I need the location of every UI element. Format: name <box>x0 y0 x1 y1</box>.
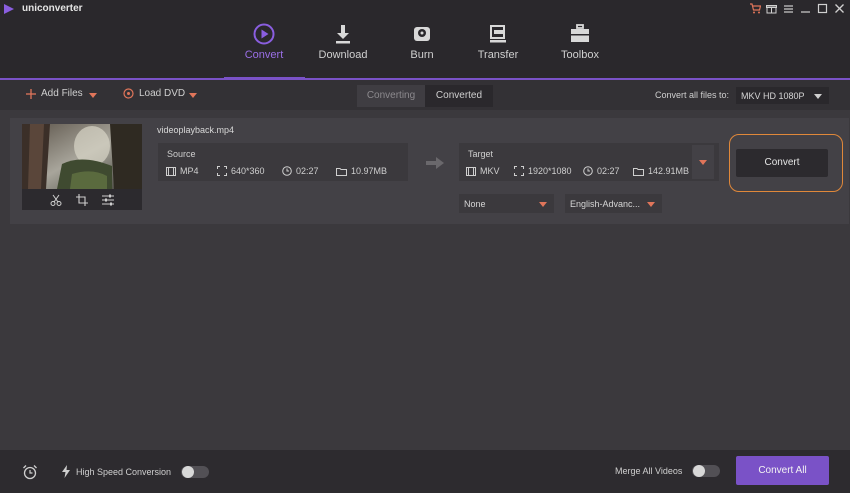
tab-converting[interactable]: Converting <box>357 85 425 107</box>
clock-icon <box>583 166 593 176</box>
nav-item-download[interactable]: Download <box>303 18 383 80</box>
bottom-bar: High Speed Conversion Merge All Videos <box>0 450 850 493</box>
film-icon <box>166 166 176 176</box>
arrow-right-icon <box>426 157 444 169</box>
app-logo-icon <box>4 4 14 14</box>
convert-all-to-label: Convert all files to: <box>655 90 730 100</box>
high-speed-label: High Speed Conversion <box>76 466 172 477</box>
high-speed-toggle[interactable] <box>181 465 210 478</box>
thumbnail-tools <box>22 190 142 210</box>
video-thumbnail[interactable] <box>22 124 142 189</box>
target-duration: 02:27 <box>583 166 620 176</box>
dvd-icon <box>123 88 134 99</box>
target-resolution: 1920*1080 <box>514 166 572 176</box>
lightning-icon <box>62 465 70 478</box>
clock-icon <box>282 166 292 176</box>
target-format: MKV <box>466 166 500 176</box>
main-nav: Convert Download Burn Transfer Toolbox <box>0 18 850 80</box>
nav-label: Toolbox <box>561 49 599 61</box>
settings-sliders-icon[interactable] <box>102 194 114 206</box>
folder-icon <box>336 167 347 176</box>
nav-label: Burn <box>410 49 434 61</box>
nav-item-toolbox[interactable]: Toolbox <box>540 18 620 80</box>
chevron-down-icon <box>647 201 655 207</box>
film-icon <box>466 166 476 176</box>
convert-all-button[interactable]: Convert All <box>736 456 829 485</box>
chevron-down-icon <box>539 201 547 207</box>
nav-label: Transfer <box>477 49 519 61</box>
nav-item-convert[interactable]: Convert <box>224 18 304 80</box>
source-title: Source <box>167 149 196 159</box>
source-duration: 02:27 <box>282 166 319 176</box>
subtitle-select[interactable]: None <box>459 194 554 213</box>
burn-icon <box>414 27 430 41</box>
gift-icon[interactable] <box>765 2 778 15</box>
nav-label: Convert <box>244 49 284 61</box>
resolution-icon <box>217 166 227 176</box>
minimize-icon[interactable] <box>799 2 812 15</box>
cart-icon[interactable] <box>748 2 761 15</box>
source-resolution: 640*360 <box>217 166 265 176</box>
alarm-clock-icon[interactable] <box>22 464 38 485</box>
convert-all-format-select[interactable]: MKV HD 1080P <box>736 87 829 104</box>
load-dvd-dropdown-icon[interactable] <box>189 93 197 98</box>
file-name: videoplayback.mp4 <box>157 125 235 135</box>
download-icon <box>336 25 350 44</box>
convert-button[interactable]: Convert <box>736 149 828 177</box>
convert-all-format-value: MKV HD 1080P <box>741 90 805 101</box>
add-files-dropdown-icon[interactable] <box>89 93 97 98</box>
resolution-icon <box>514 166 524 176</box>
tab-converted[interactable]: Converted <box>425 85 493 107</box>
merge-all-videos: Merge All Videos <box>615 465 721 477</box>
add-files-label: Add Files <box>41 88 83 99</box>
high-speed-conversion: High Speed Conversion <box>62 465 210 478</box>
plus-icon <box>26 88 36 99</box>
audio-select[interactable]: English-Advanc... <box>565 194 662 213</box>
target-title: Target <box>468 149 494 159</box>
add-files-button[interactable]: Add Files <box>26 88 83 99</box>
close-icon[interactable] <box>833 2 846 15</box>
maximize-icon[interactable] <box>816 2 829 15</box>
crop-icon[interactable] <box>76 194 88 206</box>
chevron-down-icon <box>814 93 822 99</box>
nav-item-burn[interactable]: Burn <box>382 18 462 80</box>
merge-toggle[interactable] <box>692 465 721 477</box>
nav-item-transfer[interactable]: Transfer <box>458 18 538 80</box>
merge-label: Merge All Videos <box>615 466 683 476</box>
window-controls <box>748 2 846 15</box>
convert-icon <box>253 23 275 45</box>
folder-icon <box>633 167 644 176</box>
source-size: 10.97MB <box>336 166 387 176</box>
target-settings-button[interactable] <box>692 145 714 179</box>
transfer-icon <box>490 25 506 43</box>
source-format: MP4 <box>166 166 199 176</box>
nav-label: Download <box>318 49 368 61</box>
app-title: uniconverter <box>22 3 83 14</box>
load-dvd-button[interactable]: Load DVD <box>123 88 185 99</box>
title-bar: uniconverter <box>0 0 850 18</box>
menu-icon[interactable] <box>782 2 795 15</box>
chevron-down-icon <box>699 160 707 165</box>
conversion-tabs: Converting Converted <box>357 85 493 107</box>
load-dvd-label: Load DVD <box>139 88 186 99</box>
target-size: 142.91MB <box>633 166 689 176</box>
scissors-icon[interactable] <box>50 194 62 206</box>
toolbox-icon <box>571 24 589 42</box>
